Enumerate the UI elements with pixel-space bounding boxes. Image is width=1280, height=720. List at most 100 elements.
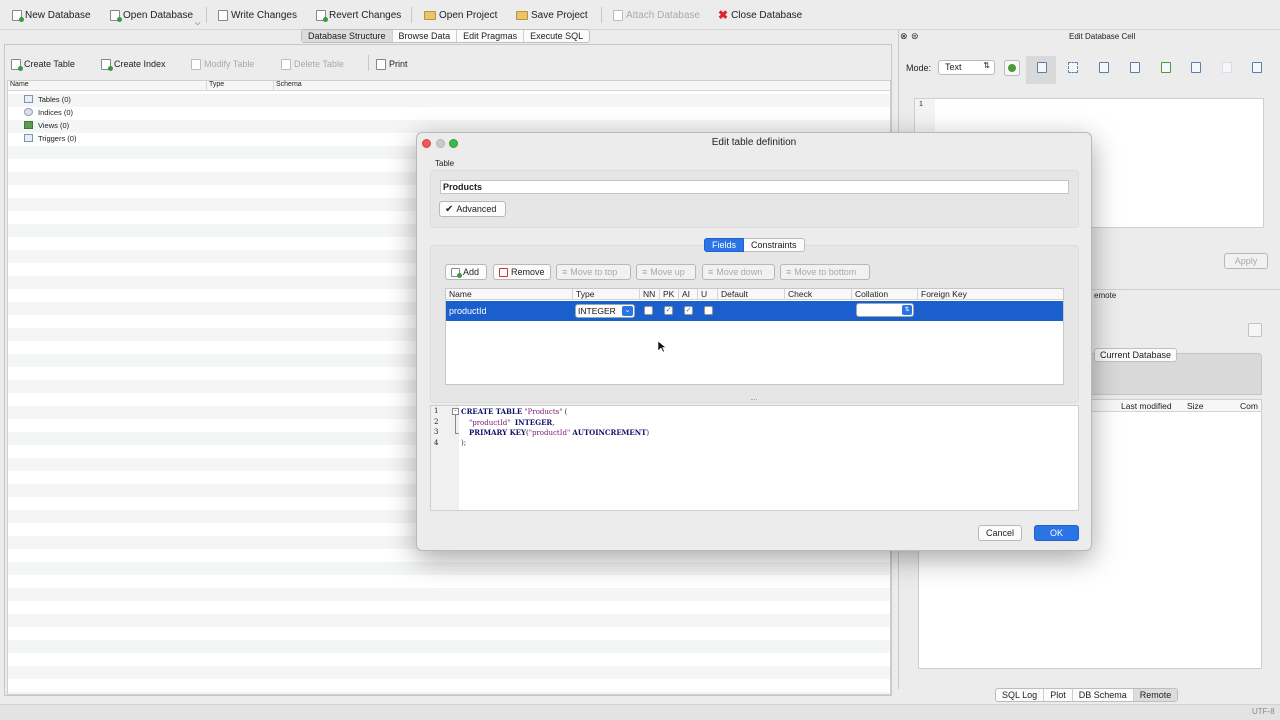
revert-changes-button[interactable]: Revert Changes xyxy=(316,6,401,24)
move-up-button[interactable]: ≡ Move up xyxy=(636,264,696,280)
column-header-ai[interactable]: AI xyxy=(679,289,698,300)
splitter-handle[interactable] xyxy=(751,399,757,402)
field-name-cell[interactable]: productId xyxy=(449,306,487,316)
tree-item-views[interactable]: Views (0) xyxy=(24,119,69,131)
ok-button[interactable]: OK xyxy=(1034,525,1079,541)
column-header-nn[interactable]: NN xyxy=(640,289,660,300)
move-down-button[interactable]: ≡ Move down xyxy=(702,264,775,280)
table-row[interactable]: productId INTEGER ⌄ ✓ ✓ ⇅ xyxy=(446,301,1063,321)
mode-select[interactable]: Text ⇅ xyxy=(938,60,995,75)
print-button[interactable]: Print xyxy=(376,55,408,73)
open-database-dropdown-icon[interactable]: ⌵ xyxy=(195,20,200,28)
advanced-toggle-button[interactable]: ✔ Advanced xyxy=(439,201,506,217)
import-icon[interactable] xyxy=(1099,62,1109,73)
edit-cell-title: Edit Database Cell xyxy=(1069,32,1136,41)
fold-collapse-icon[interactable]: - xyxy=(452,408,459,415)
column-header-check[interactable]: Check xyxy=(785,289,852,300)
table-group-label: Table xyxy=(435,159,455,168)
remote-refresh-icon[interactable] xyxy=(1248,323,1262,337)
column-header-size[interactable]: Size xyxy=(1187,401,1204,411)
encoding-status: UTF-8 xyxy=(1252,707,1275,716)
toolbar-separator xyxy=(368,55,369,71)
select-arrows-icon: ⇅ xyxy=(983,61,990,70)
tab-db-schema[interactable]: DB Schema xyxy=(1073,689,1134,701)
move-up-icon: ≡ xyxy=(642,267,648,277)
attach-database-button[interactable]: Attach Database xyxy=(613,6,700,24)
status-bar xyxy=(0,704,1280,720)
set-null-icon[interactable] xyxy=(1161,62,1171,73)
move-to-bottom-button[interactable]: ≡ Move to bottom xyxy=(780,264,870,280)
apply-button[interactable]: Apply xyxy=(1224,253,1268,269)
format-icon xyxy=(1008,64,1016,72)
table-name-input[interactable]: Products xyxy=(440,180,1069,194)
u-checkbox[interactable] xyxy=(704,306,713,315)
tab-current-database[interactable]: Current Database xyxy=(1094,348,1178,362)
add-field-button[interactable]: Add xyxy=(445,264,487,280)
save-project-button[interactable]: Save Project xyxy=(516,6,588,24)
tab-browse-data[interactable]: Browse Data xyxy=(393,30,458,42)
column-header-type[interactable]: Type xyxy=(209,81,224,88)
modify-table-button[interactable]: Modify Table xyxy=(191,55,254,73)
field-type-select[interactable]: INTEGER ⌄ xyxy=(575,304,635,318)
tree-item-tables[interactable]: Tables (0) xyxy=(24,93,71,105)
word-wrap-icon[interactable] xyxy=(1068,62,1078,73)
fields-table[interactable]: Name Type NN PK AI U Default Check Colla… xyxy=(445,288,1064,385)
close-database-icon: ✖ xyxy=(718,8,729,22)
column-header-type[interactable]: Type xyxy=(573,289,640,300)
panel-float-icon[interactable]: ⊜ xyxy=(911,31,919,42)
mouse-cursor-icon xyxy=(658,341,666,353)
fold-line xyxy=(455,433,459,434)
sql-line-number: 4 xyxy=(434,439,439,447)
tab-database-structure[interactable]: Database Structure xyxy=(302,30,393,42)
tab-edit-pragmas[interactable]: Edit Pragmas xyxy=(457,30,525,42)
text-mode-icon[interactable] xyxy=(1037,62,1047,73)
new-database-button[interactable]: New Database xyxy=(12,6,91,24)
column-header-collation[interactable]: Collation xyxy=(852,289,918,300)
tab-plot[interactable]: Plot xyxy=(1044,689,1073,701)
collation-select[interactable]: ⇅ xyxy=(856,303,914,317)
open-project-button[interactable]: Open Project xyxy=(424,6,497,24)
create-table-button[interactable]: Create Table xyxy=(11,55,75,73)
cancel-button[interactable]: Cancel xyxy=(978,525,1022,541)
auto-format-toggle[interactable] xyxy=(1004,60,1020,76)
tab-fields[interactable]: Fields xyxy=(704,238,745,252)
nn-checkbox[interactable] xyxy=(644,306,653,315)
sql-line-number: 3 xyxy=(434,428,439,436)
column-header-name[interactable]: Name xyxy=(10,81,29,88)
tree-item-triggers[interactable]: Triggers (0) xyxy=(24,132,76,144)
pk-checkbox[interactable]: ✓ xyxy=(664,306,673,315)
tab-execute-sql[interactable]: Execute SQL xyxy=(524,30,589,42)
eval-icon[interactable] xyxy=(1222,62,1232,73)
image-icon[interactable] xyxy=(1191,62,1201,73)
schema-tree-header: Name Type Schema xyxy=(8,81,890,91)
column-header-default[interactable]: Default xyxy=(718,289,785,300)
column-header-u[interactable]: U xyxy=(698,289,718,300)
ai-checkbox[interactable]: ✓ xyxy=(684,306,693,315)
close-database-button[interactable]: ✖ Close Database xyxy=(718,6,802,24)
view-icon xyxy=(24,121,33,129)
column-header-schema[interactable]: Schema xyxy=(276,81,302,88)
column-header-pk[interactable]: PK xyxy=(660,289,679,300)
tab-remote[interactable]: Remote xyxy=(1133,689,1178,701)
column-header-last-modified[interactable]: Last modified xyxy=(1121,401,1172,411)
move-to-top-button[interactable]: ≡ Move to top xyxy=(556,264,631,280)
main-tab-bar: Database Structure Browse Data Edit Prag… xyxy=(301,29,591,43)
tab-sql-log[interactable]: SQL Log xyxy=(996,689,1045,701)
create-index-button[interactable]: Create Index xyxy=(101,55,166,73)
print-cell-icon[interactable] xyxy=(1252,62,1262,73)
tab-constraints[interactable]: Constraints xyxy=(744,238,805,252)
open-database-button[interactable]: Open Database xyxy=(110,6,193,24)
column-header-commit[interactable]: Com xyxy=(1240,401,1258,411)
remove-field-button[interactable]: Remove xyxy=(493,264,551,280)
export-icon[interactable] xyxy=(1130,62,1140,73)
panel-close-icon[interactable]: ⊗ xyxy=(900,31,908,42)
column-header-name[interactable]: Name xyxy=(446,289,573,300)
delete-table-icon xyxy=(281,58,291,70)
tree-item-indices[interactable]: Indices (0) xyxy=(24,106,73,118)
sql-preview[interactable]: 1 2 3 4 - CREATE TABLE "Products" ( "pro… xyxy=(430,405,1079,511)
write-changes-button[interactable]: Write Changes xyxy=(218,6,297,24)
sql-line-4: ); xyxy=(461,439,467,447)
open-database-icon xyxy=(110,9,122,22)
column-header-foreign-key[interactable]: Foreign Key xyxy=(918,289,1063,300)
delete-table-button[interactable]: Delete Table xyxy=(281,55,344,73)
